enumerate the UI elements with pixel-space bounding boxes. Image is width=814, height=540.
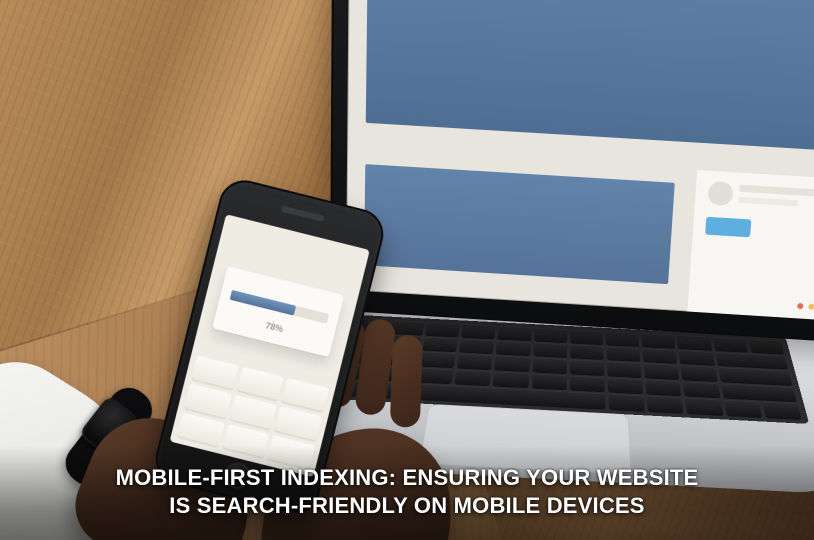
primary-chip bbox=[705, 217, 751, 238]
scene: 78% MOBILE-FIRST INDEXING: ENSURING YOUR… bbox=[0, 0, 814, 540]
avatar-icon bbox=[707, 181, 733, 206]
side-panel bbox=[686, 170, 814, 320]
laptop-lid bbox=[330, 0, 814, 343]
headline-caption: MOBILE-FIRST INDEXING: ENSURING YOUR WEB… bbox=[0, 446, 814, 540]
caption-line-2: IS SEARCH-FRIENDLY ON MOBILE DEVICES bbox=[40, 492, 774, 520]
hero-panel bbox=[366, 0, 814, 151]
placeholder-line bbox=[738, 197, 799, 207]
content-panel bbox=[364, 164, 674, 284]
placeholder-line bbox=[739, 185, 814, 198]
laptop-screen bbox=[346, 0, 814, 321]
caption-line-1: MOBILE-FIRST INDEXING: ENSURING YOUR WEB… bbox=[40, 464, 774, 492]
status-dots-icon bbox=[797, 303, 814, 311]
